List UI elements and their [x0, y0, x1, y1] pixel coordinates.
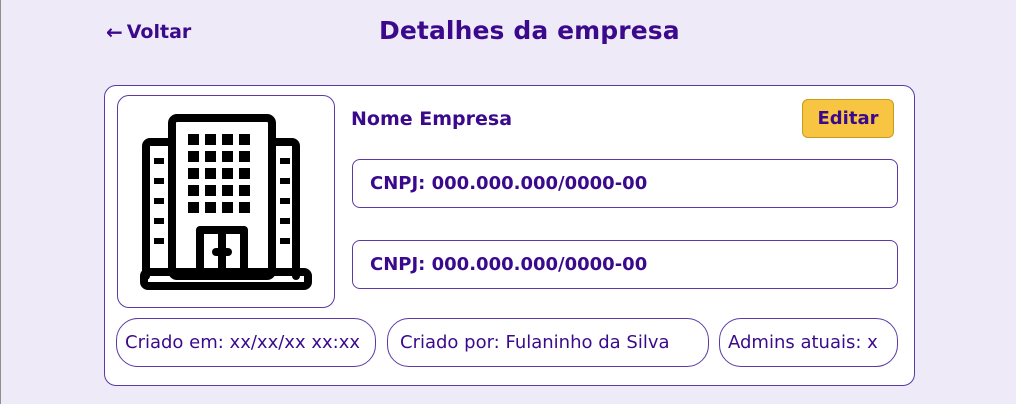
- building-icon: [140, 113, 312, 290]
- created-by-badge: Criado por: Fulaninho da Silva: [387, 318, 709, 367]
- edit-button[interactable]: Editar: [802, 99, 894, 138]
- back-link[interactable]: ← Voltar: [106, 21, 191, 43]
- cnpj-field: CNPJ: 000.000.000/0000-00: [352, 159, 898, 208]
- page-title: Detalhes da empresa: [379, 16, 680, 45]
- back-label: Voltar: [126, 21, 192, 43]
- company-card: Nome Empresa Editar CNPJ: 000.000.000/00…: [104, 85, 915, 386]
- admins-count-badge: Admins atuais: x: [719, 318, 898, 367]
- company-logo: [117, 95, 335, 308]
- company-name: Nome Empresa: [351, 108, 513, 130]
- arrow-left-icon: ←: [106, 20, 123, 44]
- cnpj-field-secondary: CNPJ: 000.000.000/0000-00: [352, 240, 898, 289]
- created-at-badge: Criado em: xx/xx/xx xx:xx: [116, 318, 376, 367]
- window-edge: [0, 0, 1, 404]
